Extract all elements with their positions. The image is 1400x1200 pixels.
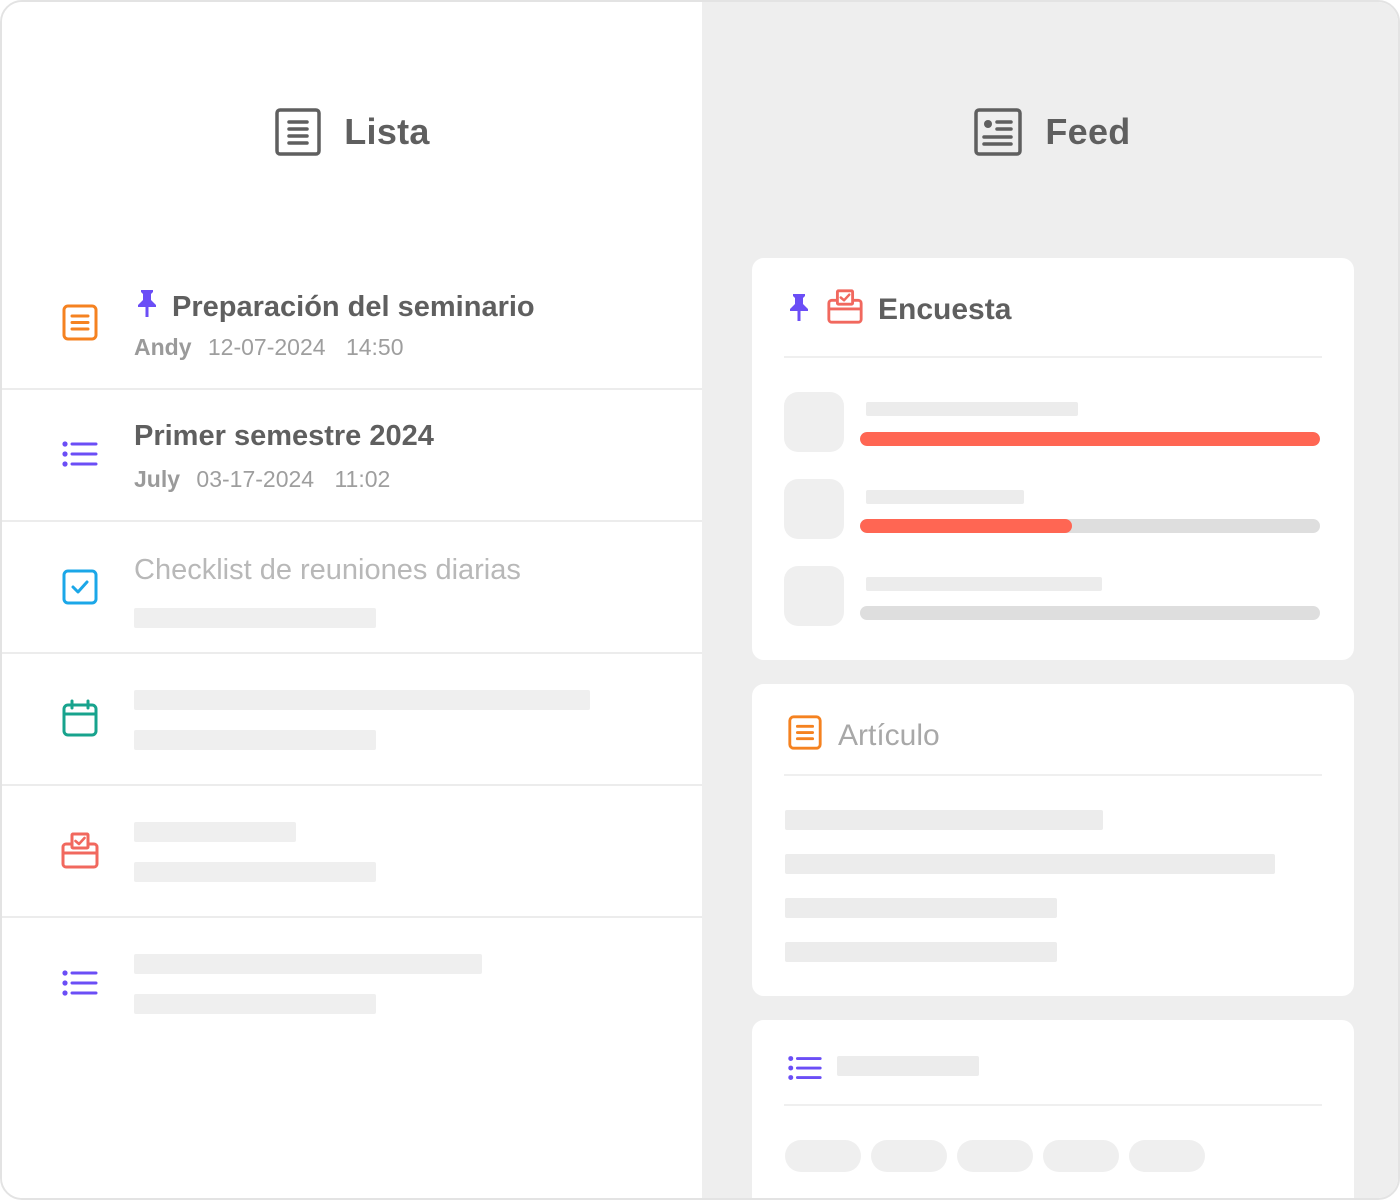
- feed-card-article[interactable]: Artículo: [752, 684, 1354, 996]
- list-item-time: 14:50: [345, 334, 404, 360]
- article-icon: [60, 303, 100, 343]
- card-title: Encuesta: [878, 292, 1012, 326]
- list-item[interactable]: Checklist de reuniones diarias: [2, 522, 702, 654]
- list-view-panel: Lista Preparación del seminario Andy 12-…: [2, 2, 702, 1198]
- skeleton-line: [134, 690, 590, 710]
- skeleton-line: [134, 730, 376, 750]
- list-item-date: 03-17-2024: [196, 466, 315, 492]
- skeleton-line: [866, 577, 1102, 591]
- list-item[interactable]: Primer semestre 2024 July 03-17-2024 11:…: [2, 390, 702, 522]
- skeleton-line: [134, 608, 376, 628]
- skeleton-line: [134, 822, 296, 842]
- list-item[interactable]: [2, 786, 702, 918]
- skeleton-line: [837, 1056, 979, 1076]
- pin-icon: [134, 288, 160, 326]
- tag-pill[interactable]: [785, 1140, 861, 1172]
- survey-icon: [826, 288, 864, 331]
- tag-pill[interactable]: [957, 1140, 1033, 1172]
- skeleton-line: [866, 490, 1024, 504]
- calendar-icon: [60, 699, 100, 739]
- card-divider: [784, 774, 1322, 776]
- list-item[interactable]: [2, 918, 702, 1050]
- list-doc-icon: [274, 108, 322, 156]
- app-frame: Lista Preparación del seminario Andy 12-…: [0, 0, 1400, 1200]
- option-avatar: [784, 392, 844, 452]
- list-item-date: 12-07-2024: [207, 334, 326, 360]
- poll-fill: [860, 519, 1072, 533]
- skeleton-line: [785, 898, 1057, 918]
- survey-icon: [60, 831, 100, 871]
- list-item[interactable]: [2, 654, 702, 786]
- option-avatar: [784, 479, 844, 539]
- feed-view-title: Feed: [1045, 111, 1131, 152]
- card-divider: [784, 356, 1322, 358]
- checkbox-icon: [60, 567, 100, 607]
- poll-option-bar[interactable]: [860, 519, 1320, 533]
- skeleton-line: [866, 402, 1078, 416]
- poll-fill: [860, 432, 1320, 446]
- pin-icon: [786, 291, 812, 328]
- list-item-author: July: [134, 466, 181, 492]
- feed-doc-icon: [973, 107, 1023, 157]
- poll-option-bar[interactable]: [860, 432, 1320, 446]
- list-item-title: Preparación del seminario: [172, 290, 535, 323]
- bullet-list-icon: [786, 1050, 824, 1093]
- poll-option-bar[interactable]: [860, 606, 1320, 620]
- list-item-author: Andy: [134, 334, 192, 360]
- bullet-list-icon: [60, 964, 100, 1004]
- skeleton-line: [785, 854, 1275, 874]
- list-view-header[interactable]: Lista: [2, 102, 702, 162]
- tag-pill[interactable]: [871, 1140, 947, 1172]
- card-divider: [784, 1104, 1322, 1106]
- list-item[interactable]: Preparación del seminario Andy 12-07-202…: [2, 258, 702, 390]
- feed-card-survey[interactable]: Encuesta: [752, 258, 1354, 660]
- list-view-title: Lista: [344, 111, 430, 152]
- feed-view-header[interactable]: Feed: [702, 102, 1398, 162]
- option-avatar: [784, 566, 844, 626]
- tag-pill[interactable]: [1129, 1140, 1205, 1172]
- skeleton-line: [134, 994, 376, 1014]
- tag-pill[interactable]: [1043, 1140, 1119, 1172]
- skeleton-line: [785, 810, 1103, 830]
- skeleton-line: [134, 954, 482, 974]
- skeleton-line: [134, 862, 376, 882]
- card-title: Artículo: [838, 718, 940, 752]
- skeleton-line: [785, 942, 1057, 962]
- list-item-time: 11:02: [334, 466, 391, 492]
- list-item-title: Primer semestre 2024: [134, 420, 434, 452]
- bullet-list-icon: [60, 435, 100, 475]
- feed-card-list[interactable]: [752, 1020, 1354, 1198]
- article-icon: [786, 714, 824, 757]
- list-item-title: Checklist de reuniones diarias: [134, 554, 521, 586]
